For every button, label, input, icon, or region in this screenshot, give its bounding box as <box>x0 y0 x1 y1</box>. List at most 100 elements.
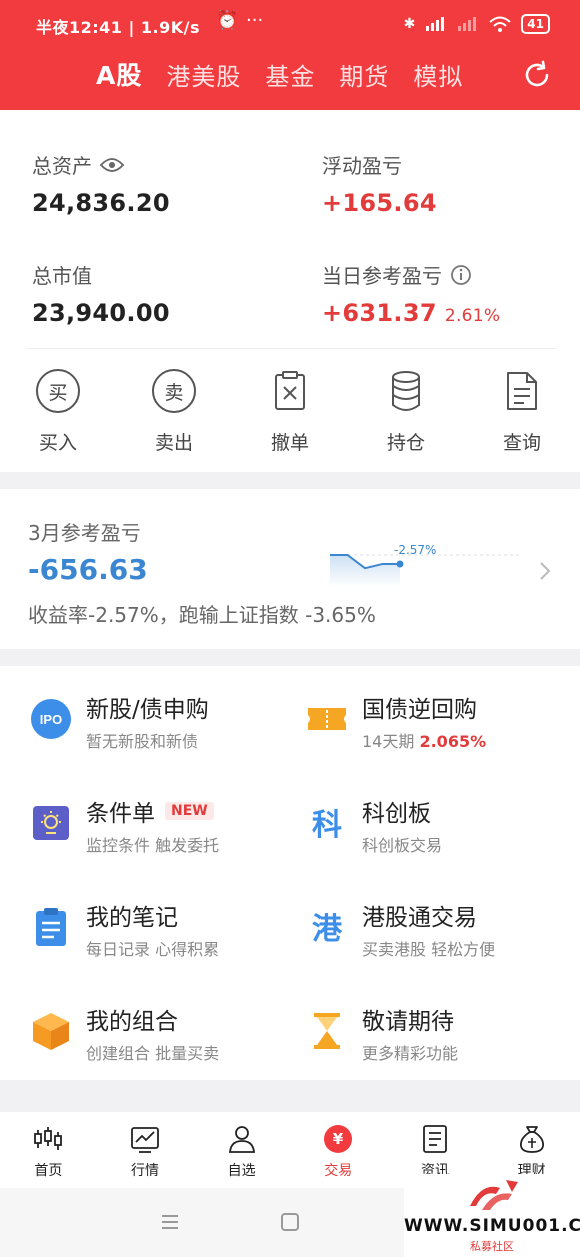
market-value: 总市值 23,940.00 <box>32 260 170 327</box>
cancel-order-label: 撤单 <box>270 432 309 454</box>
feature-my-notes[interactable]: 我的笔记 每日记录 心得积累 <box>30 898 300 968</box>
info-icon[interactable] <box>450 264 472 286</box>
condition-order-icon <box>33 806 69 840</box>
tab-a-shares[interactable]: A股 <box>96 56 142 92</box>
asset-summary-card: 总资产 24,836.20 浮动盈亏 +165.64 总市值 23,940.00… <box>0 110 580 472</box>
floating-pl-label: 浮动盈亏 <box>322 154 402 178</box>
position-button[interactable]: 持仓 <box>348 368 464 455</box>
cancel-order-button[interactable]: 撤单 <box>232 368 348 455</box>
feature-coming-soon[interactable]: 敬请期待 更多精彩功能 <box>306 1002 576 1072</box>
cancel-order-icon <box>275 371 305 410</box>
query-button[interactable]: 查询 <box>464 368 580 455</box>
feature-subtitle: 每日记录 心得积累 <box>86 940 220 959</box>
sell-icon: 卖 <box>152 369 196 413</box>
total-assets: 总资产 24,836.20 <box>32 150 170 217</box>
nav-market[interactable]: 行情 <box>97 1112 194 1188</box>
notes-icon <box>36 908 66 946</box>
status-bar: 半夜12:41 | 1.9K/s ⏰ ··· ✱ 41 <box>0 0 580 50</box>
daily-pl: 当日参考盈亏 +631.37 2.61% <box>322 260 500 327</box>
monthly-pl-value: -656.63 <box>28 553 148 586</box>
nav-watchlist[interactable]: 自选 <box>193 1112 290 1188</box>
feature-title: 科创板 <box>362 801 431 827</box>
feature-hk-connect[interactable]: 港 港股通交易 买卖港股 轻松方便 <box>306 898 576 968</box>
floating-pl: 浮动盈亏 +165.64 <box>322 150 437 217</box>
feature-title: 我的组合 <box>86 1009 178 1035</box>
feature-my-portfolio[interactable]: 我的组合 创建组合 批量买卖 <box>30 1002 300 1072</box>
app-header: 半夜12:41 | 1.9K/s ⏰ ··· ✱ 41 A股 港美股 基金 期货… <box>0 0 580 110</box>
watermark: WWW.SIMU001.CN 私募社区 <box>404 1174 580 1257</box>
buy-icon: 买 <box>36 369 80 413</box>
feature-title: 港股通交易 <box>362 905 477 931</box>
feature-subtitle: 科创板交易 <box>362 836 443 855</box>
watermark-text: WWW.SIMU001.CN <box>404 1216 580 1236</box>
feature-subtitle: 创建组合 批量买卖 <box>86 1044 220 1063</box>
market-chart-icon <box>131 1127 159 1153</box>
star-market-icon: 科 <box>312 808 342 843</box>
total-assets-value: 24,836.20 <box>32 189 170 217</box>
sell-label: 卖出 <box>154 432 193 454</box>
eye-icon[interactable] <box>100 157 124 173</box>
feature-title: 条件单 <box>86 801 155 827</box>
nav-label: 自选 <box>227 1163 256 1179</box>
alarm-icon: ⏰ <box>216 10 239 31</box>
chevron-right-icon <box>540 562 551 580</box>
ticket-icon <box>308 708 346 730</box>
feature-subtitle: 暂无新股和新债 <box>86 732 199 751</box>
position-label: 持仓 <box>386 432 425 454</box>
repo-term: 14天期 <box>362 732 415 751</box>
feature-subtitle: 14天期 2.065% <box>362 728 486 752</box>
trade-yen-glyph: ¥ <box>333 1130 344 1148</box>
tab-hk-us-stocks[interactable]: 港美股 <box>166 57 241 92</box>
floating-pl-value: +165.64 <box>322 189 437 217</box>
feature-condition-order[interactable]: 条件单 NEW 监控条件 触发委托 <box>30 794 300 864</box>
hourglass-icon <box>314 1013 340 1049</box>
system-home-icon[interactable] <box>281 1213 299 1231</box>
nav-label: 行情 <box>130 1163 159 1179</box>
more-dots-icon: ··· <box>246 10 264 31</box>
market-value-value: 23,940.00 <box>32 299 170 327</box>
trade-actions: 买 买入 卖 卖出 撤单 持仓 查询 <box>0 368 580 455</box>
tab-simulation[interactable]: 模拟 <box>413 57 463 92</box>
bluetooth-icon: ✱ <box>403 16 416 32</box>
star-market-icon-text: 科 <box>312 808 342 843</box>
feature-ipo-subscription[interactable]: IPO 新股/债申购 暂无新股和新债 <box>30 690 300 760</box>
nav-label: 交易 <box>324 1163 353 1179</box>
feature-title: 敬请期待 <box>362 1009 454 1035</box>
divider <box>26 348 556 349</box>
news-icon <box>423 1125 447 1153</box>
status-right: ✱ 41 <box>404 14 550 34</box>
feature-title: 国债逆回购 <box>362 697 477 723</box>
daily-pl-pct: 2.61% <box>444 306 501 326</box>
feature-title-row: 条件单 NEW <box>86 794 214 828</box>
market-tabs: A股 港美股 基金 期货 模拟 <box>96 56 463 92</box>
sparkline-end-point <box>396 560 404 568</box>
feature-grid: IPO 新股/债申购 暂无新股和新债 国债逆回购 14天期 2.065% 条件单… <box>0 666 580 1080</box>
monthly-pl-card[interactable]: 3月参考盈亏 -656.63 收益率-2.57%，跑输上证指数 -3.65% -… <box>0 489 580 649</box>
battery-indicator: 41 <box>521 14 550 34</box>
tab-futures[interactable]: 期货 <box>339 57 389 92</box>
buy-label: 买入 <box>38 432 77 454</box>
sell-button[interactable]: 卖 卖出 <box>116 368 232 455</box>
feature-star-market[interactable]: 科 科创板 科创板交易 <box>306 794 576 864</box>
position-icon <box>392 371 420 411</box>
daily-pl-value: +631.37 <box>322 299 437 327</box>
sparkline-area <box>330 555 400 587</box>
status-time: 半夜12:41 | 1.9K/s <box>36 18 201 37</box>
refresh-icon[interactable] <box>522 60 552 90</box>
query-label: 查询 <box>502 432 541 454</box>
signal-weak-icon <box>458 17 477 31</box>
watchlist-person-icon <box>228 1126 255 1153</box>
system-menu-icon[interactable] <box>160 1214 180 1230</box>
feature-reverse-repo[interactable]: 国债逆回购 14天期 2.065% <box>306 690 576 760</box>
feature-subtitle: 买卖港股 轻松方便 <box>362 940 496 959</box>
daily-pl-label: 当日参考盈亏 <box>322 264 442 288</box>
buy-button[interactable]: 买 买入 <box>0 368 116 455</box>
tab-funds[interactable]: 基金 <box>265 57 315 92</box>
nav-label: 首页 <box>34 1163 63 1179</box>
nav-trade[interactable]: ¥ 交易 <box>290 1112 387 1188</box>
trade-yen-icon: ¥ <box>324 1125 353 1153</box>
new-badge: NEW <box>165 802 214 820</box>
nav-home[interactable]: 首页 <box>0 1112 97 1188</box>
daily-pl-value-row: +631.37 2.61% <box>322 299 500 327</box>
feature-subtitle: 监控条件 触发委托 <box>86 836 220 855</box>
